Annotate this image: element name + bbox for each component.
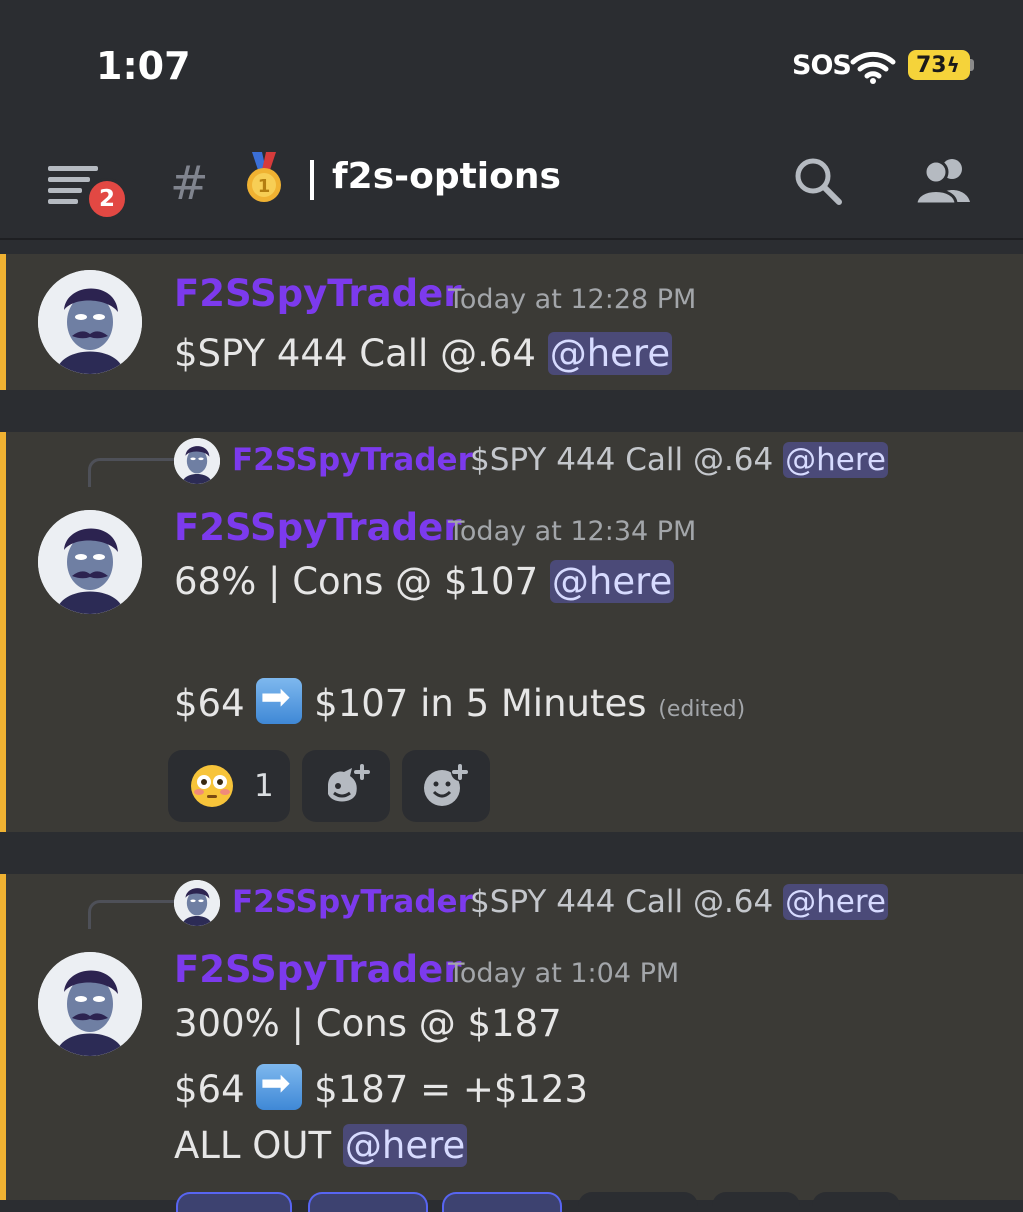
carrier-status: SOS [792,50,852,81]
message-author[interactable]: F2SSpyTrader [174,506,461,549]
reaction-pill[interactable] [176,1192,292,1212]
message-timestamp: Today at 1:04 PM [448,958,680,989]
message-text-part-a: $64 [174,682,245,725]
battery-nub [970,59,974,71]
text-channel-hash-icon: # [170,156,209,210]
notification-badge: 2 [86,178,128,220]
message-author[interactable]: F2SSpyTrader [174,948,461,991]
add-super-reaction-icon [328,764,370,802]
reaction-pill[interactable] [308,1192,428,1212]
status-time: 1:07 [96,44,191,88]
message-content: $SPY 444 Call @.64 @here [174,332,673,375]
title-separator [310,160,314,200]
message-timestamp: Today at 12:28 PM [448,284,697,315]
search-icon[interactable] [793,156,843,206]
flushed-face-emoji-icon [191,765,233,807]
svg-text:1: 1 [258,176,271,197]
here-mention[interactable]: @here [342,1124,468,1167]
member-list-icon[interactable] [914,156,972,206]
battery-level: 73 [916,53,947,78]
message-content-line-2: $64 $107 in 5 Minutes (edited) [174,677,746,725]
reply-connector [88,458,179,487]
add-super-reaction-button[interactable] [302,750,390,822]
reply-preview-text: $SPY 444 Call @.64 [470,884,774,920]
reply-avatar-image [174,438,220,484]
message-content-line-1: 300% | Cons @ $187 [174,1002,562,1045]
here-mention[interactable]: @here [549,560,675,603]
add-reaction-button[interactable] [402,750,490,822]
reply-connector [88,900,179,929]
reply-avatar [174,880,220,926]
channel-name: f2s-options [332,156,561,197]
message-text: ALL OUT [174,1124,332,1167]
add-reaction-icon [424,764,469,806]
message-content-line-1: 68% | Cons @ $107 @here [174,560,675,603]
charging-bolt-icon: ϟ [946,53,960,77]
reply-preview[interactable]: $SPY 444 Call @.64 @here [470,884,888,920]
message-text-part-b: $107 in 5 Minutes [314,682,647,725]
reaction-pill[interactable] [712,1192,800,1212]
reply-author[interactable]: F2SSpyTrader [232,884,473,920]
reply-preview[interactable]: $SPY 444 Call @.64 @here [470,442,888,478]
avatar[interactable] [38,270,142,374]
reaction-count: 1 [254,768,274,804]
right-arrow-emoji [256,1063,303,1110]
message-2[interactable]: F2SSpyTrader $SPY 444 Call @.64 @here F2… [0,432,1023,832]
message-text-part-b: $187 = +$123 [314,1068,589,1111]
reply-here-mention: @here [783,442,888,478]
reaction-pill[interactable] [442,1192,562,1212]
right-arrow-emoji [256,677,303,724]
reaction-pill[interactable] [578,1192,698,1212]
reaction-pill[interactable] [812,1192,900,1212]
avatar-image [38,952,142,1056]
reply-author[interactable]: F2SSpyTrader [232,442,473,478]
message-text: 68% | Cons @ $107 [174,560,539,603]
medal-icon: 1 [247,152,281,202]
avatar-image [38,270,142,374]
reply-avatar [174,438,220,484]
wifi-icon [850,51,896,84]
here-mention[interactable]: @here [547,332,673,375]
message-timestamp: Today at 12:34 PM [448,516,697,547]
battery-indicator: 73ϟ [908,50,970,80]
message-1[interactable]: F2SSpyTrader Today at 12:28 PM $SPY 444 … [0,254,1023,390]
message-content-line-2: $64 $187 = +$123 [174,1063,589,1111]
message-author[interactable]: F2SSpyTrader [174,272,461,315]
edited-label: (edited) [658,697,746,722]
avatar[interactable] [38,510,142,614]
reply-avatar-image [174,880,220,926]
message-text: $SPY 444 Call @.64 [174,332,536,375]
reaction-flushed-face[interactable]: 1 [168,750,290,822]
avatar[interactable] [38,952,142,1056]
message-3[interactable]: F2SSpyTrader $SPY 444 Call @.64 @here F2… [0,874,1023,1212]
channel-header: 2 # 1 f2s-options [0,120,1023,240]
reply-preview-text: $SPY 444 Call @.64 [470,442,774,478]
status-bar: 1:07 SOS 73ϟ [0,0,1023,120]
message-text-part-a: $64 [174,1068,245,1111]
avatar-image [38,510,142,614]
message-content-line-3: ALL OUT @here [174,1124,468,1167]
reply-here-mention: @here [783,884,888,920]
